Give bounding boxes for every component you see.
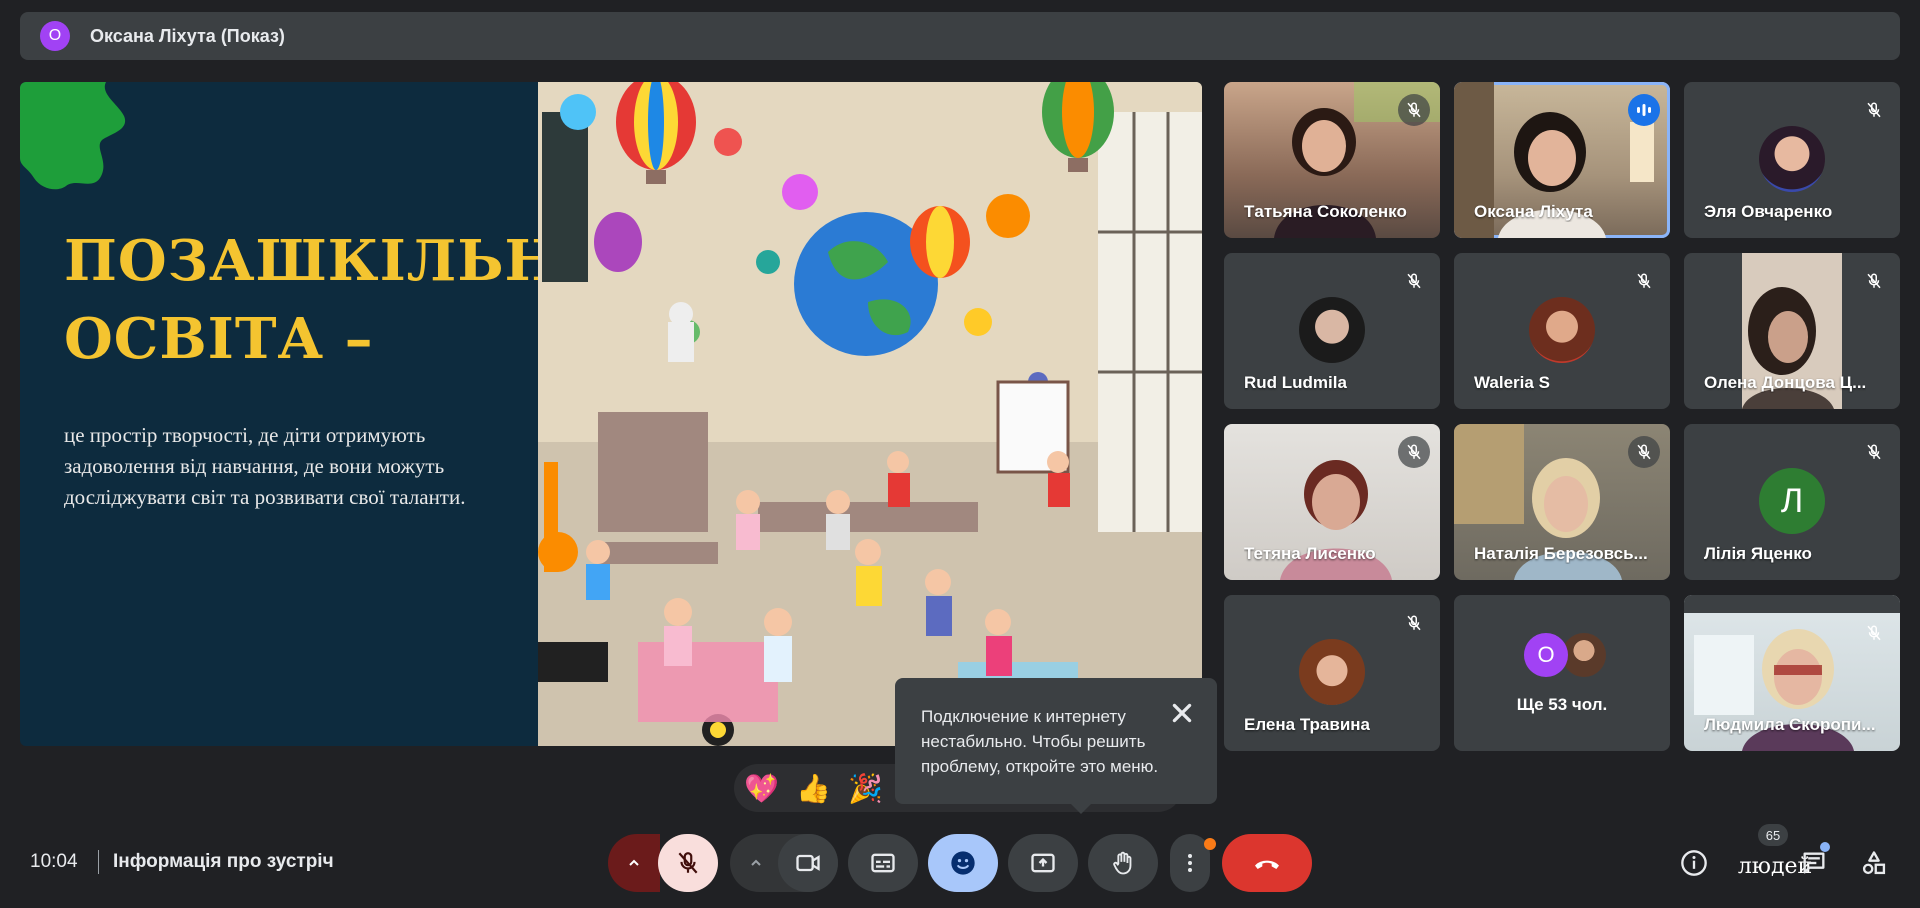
chat-icon bbox=[1803, 852, 1825, 874]
classroom-illustration bbox=[538, 82, 1202, 746]
more-options-button[interactable] bbox=[1170, 834, 1216, 892]
participant-tile-more[interactable]: О Ще 53 чол. bbox=[1454, 595, 1670, 751]
participant-avatar bbox=[1562, 633, 1606, 677]
mic-muted-icon bbox=[1398, 94, 1430, 126]
present-screen-button[interactable] bbox=[1008, 834, 1078, 892]
camera-toggle-button[interactable] bbox=[778, 834, 838, 892]
participant-name: Елена Травина bbox=[1244, 715, 1371, 734]
participant-avatar bbox=[1299, 297, 1365, 363]
mic-muted-icon bbox=[1858, 265, 1890, 297]
call-end-icon bbox=[1255, 860, 1279, 869]
participant-tile-tatyana-sokolenko[interactable]: Тaтьяна Соколенко bbox=[1224, 82, 1440, 238]
mic-muted-icon bbox=[1858, 617, 1890, 649]
chevron-up-icon bbox=[751, 859, 761, 866]
camera-control-group bbox=[730, 834, 838, 892]
participant-letter-avatar: Л bbox=[1759, 468, 1825, 534]
activities-button[interactable] bbox=[1856, 840, 1892, 886]
slide-body-text: це простір творчості, де діти отримують … bbox=[64, 423, 466, 509]
participant-name: Тaтьяна Соколенко bbox=[1244, 202, 1407, 221]
heart-reaction-button[interactable]: 💖 bbox=[744, 772, 779, 805]
meeting-details-button[interactable] bbox=[1676, 840, 1712, 886]
participant-name: Тетяна Лисенко bbox=[1244, 544, 1376, 563]
chevron-up-icon bbox=[629, 859, 639, 866]
presentation-stage: ПОЗАШКІЛЬНА ОСВІТА – це простір творчост… bbox=[20, 82, 1202, 746]
chat-button[interactable] bbox=[1796, 840, 1832, 886]
slide-text-panel: ПОЗАШКІЛЬНА ОСВІТА – це простір творчост… bbox=[20, 82, 606, 746]
mic-muted-icon bbox=[1398, 265, 1430, 297]
send-reaction-button[interactable] bbox=[928, 834, 998, 892]
more-participants-label: Ще 53 чол. bbox=[1516, 695, 1608, 714]
mic-control-group bbox=[608, 834, 718, 892]
connection-warning-tooltip: Подключение к интернету нестабильно. Что… bbox=[895, 678, 1217, 814]
participant-avatar bbox=[1299, 639, 1365, 705]
mic-muted-icon bbox=[1628, 265, 1660, 297]
divider bbox=[98, 850, 99, 874]
camera-options-button[interactable] bbox=[730, 834, 782, 892]
thumbs-up-reaction-button[interactable]: 👍 bbox=[796, 772, 831, 805]
participant-avatar bbox=[1759, 126, 1825, 192]
slide-heading: ПОЗАШКІЛЬНА ОСВІТА – bbox=[64, 222, 606, 378]
closed-captions-icon bbox=[871, 853, 895, 873]
mic-muted-icon bbox=[1628, 436, 1660, 468]
tooltip-arrow bbox=[1071, 804, 1091, 814]
emoji-icon bbox=[951, 851, 975, 875]
mic-muted-icon bbox=[1858, 94, 1890, 126]
raise-hand-icon bbox=[1113, 851, 1132, 875]
more-participants-avatars: О bbox=[1524, 633, 1606, 677]
participant-name: Лілія Яценко bbox=[1704, 544, 1812, 563]
slide-illustration bbox=[538, 82, 1202, 746]
participant-tile-olena-dontsova[interactable]: Олена Донцова Ц... bbox=[1684, 253, 1900, 409]
unread-dot bbox=[1820, 842, 1830, 852]
participant-tile-tetyana-lysenko[interactable]: Тетяна Лисенко bbox=[1224, 424, 1440, 580]
participant-name: Rud Ludmila bbox=[1244, 373, 1347, 392]
green-blob-decoration bbox=[20, 82, 126, 190]
notification-dot bbox=[1204, 838, 1216, 850]
participant-tile-elena-travina[interactable]: Елена Травина bbox=[1224, 595, 1440, 751]
participant-name: Олена Донцова Ц... bbox=[1704, 373, 1867, 392]
slide-heading-line1: ПОЗАШКІЛЬНА bbox=[64, 228, 606, 294]
presenter-title: Оксана Ліхута (Показ) bbox=[90, 25, 285, 46]
present-to-all-icon bbox=[1031, 853, 1055, 873]
participant-tile-lilia-yatsenko[interactable]: Л Лілія Яценко bbox=[1684, 424, 1900, 580]
participant-letter-avatar: О bbox=[1524, 633, 1568, 677]
videocam-icon bbox=[796, 854, 820, 872]
mic-muted-icon bbox=[1398, 436, 1430, 468]
participant-tile-rud-ludmila[interactable]: Rud Ludmila bbox=[1224, 253, 1440, 409]
mic-options-button[interactable] bbox=[608, 834, 660, 892]
close-icon[interactable] bbox=[1169, 700, 1195, 726]
mic-muted-icon bbox=[1858, 436, 1890, 468]
party-reaction-button[interactable]: 🎉 bbox=[848, 772, 883, 805]
participant-name: Waleria S bbox=[1474, 373, 1550, 392]
speaking-indicator-icon bbox=[1628, 94, 1660, 126]
raise-hand-button[interactable] bbox=[1088, 834, 1158, 892]
meeting-clock: 10:04 bbox=[30, 851, 78, 872]
slide-heading-line2: ОСВІТА – bbox=[64, 306, 374, 372]
more-vert-icon bbox=[1188, 854, 1192, 872]
participant-tile-natalia-berezovska[interactable]: Наталія Березовсь... bbox=[1454, 424, 1670, 580]
participant-name: Эля Овчаренко bbox=[1704, 202, 1833, 221]
connection-warning-text: Подключение к интернету нестабильно. Что… bbox=[921, 707, 1159, 776]
participant-name: Наталія Березовсь... bbox=[1474, 544, 1648, 563]
presenter-bar: О Оксана Ліхута (Показ) bbox=[20, 12, 1900, 60]
mic-muted-icon bbox=[1398, 607, 1430, 639]
participant-tile-waleria-s[interactable]: Waleria S bbox=[1454, 253, 1670, 409]
activities-icon bbox=[1862, 851, 1886, 875]
captions-button[interactable] bbox=[848, 834, 918, 892]
participant-name: Оксана Ліхута bbox=[1474, 202, 1593, 221]
mic-off-icon bbox=[678, 852, 698, 874]
participant-tile-lyudmila-skoropy[interactable]: Людмила Скоропи... bbox=[1684, 595, 1900, 751]
participant-tile-oksana-likhuta[interactable]: Оксана Ліхута bbox=[1454, 82, 1670, 238]
mic-toggle-button[interactable] bbox=[658, 834, 718, 892]
presenter-avatar: О bbox=[40, 21, 70, 51]
meeting-info-button[interactable]: Інформація про зустріч bbox=[113, 851, 334, 873]
participant-count-badge: 65 bbox=[1758, 824, 1788, 846]
info-icon bbox=[1681, 850, 1707, 876]
leave-call-button[interactable] bbox=[1222, 834, 1312, 892]
participant-name: Людмила Скоропи... bbox=[1704, 715, 1876, 734]
participant-tile-elya-ovcharenko[interactable]: Эля Овчаренко bbox=[1684, 82, 1900, 238]
participant-avatar bbox=[1529, 297, 1595, 363]
